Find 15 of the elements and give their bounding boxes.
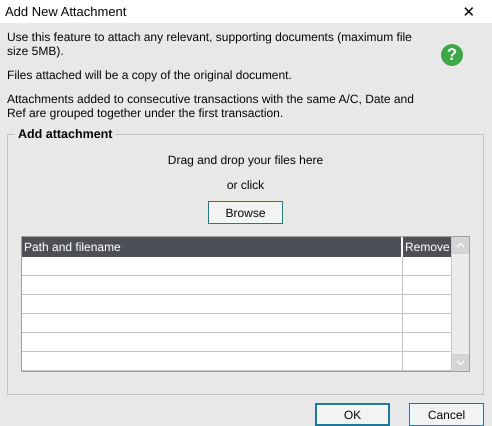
scroll-up-icon[interactable] <box>452 237 469 254</box>
scroll-down-icon[interactable] <box>452 354 469 371</box>
browse-button[interactable]: Browse <box>208 201 283 224</box>
window-title: Add New Attachment <box>5 4 126 19</box>
info-text: Files attached will be a copy of the original document. <box>7 68 293 82</box>
cancel-button[interactable]: Cancel <box>409 403 484 426</box>
or-click-text: or click <box>226 178 266 192</box>
ok-button[interactable]: OK <box>315 403 390 426</box>
info-text: Use this feature to attach any relevant, supporting documents (maximum file size 5MB). <box>7 30 413 58</box>
group-title: Add attachment <box>17 127 114 141</box>
info-text: Attachments added to consecutive transactions with the same A/C, Date and Ref are grouped together under the first transaction. <box>7 92 415 120</box>
drop-instruction: Drag and drop your files here <box>166 153 324 167</box>
scrollbar[interactable] <box>451 237 469 371</box>
column-header: Path and filename <box>23 239 122 256</box>
close-button[interactable]: ✕ <box>446 2 492 20</box>
